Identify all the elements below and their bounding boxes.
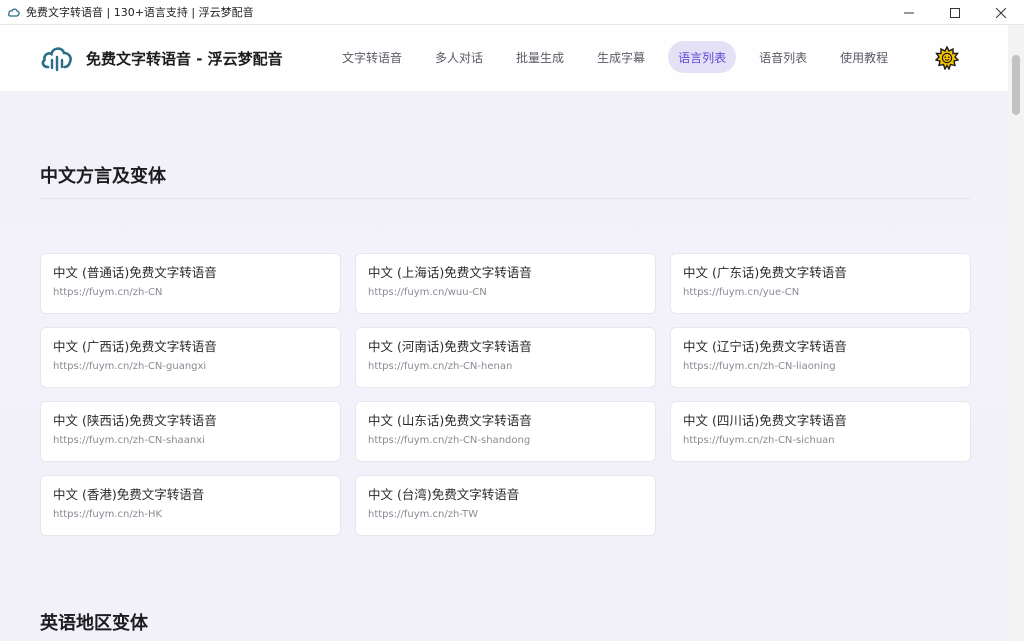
minimize-icon (904, 12, 914, 13)
language-card-title: 中文 (普通话)免费文字转语音 (53, 265, 217, 280)
page-viewport: 免费文字转语音 - 浮云梦配音 文字转语音 多人对话 批量生成 生成字幕 语言列… (0, 25, 1024, 641)
language-card-title: 中文 (上海话)免费文字转语音 (368, 265, 532, 280)
main-nav: 文字转语音 多人对话 批量生成 生成字幕 语言列表 语音列表 使用教程 (332, 41, 911, 73)
language-card-title: 中文 (广西话)免费文字转语音 (53, 339, 217, 354)
minimize-button[interactable] (886, 0, 932, 25)
language-card-zh-TW[interactable]: 中文 (台湾)免费文字转语音 https://fuym.cn/zh-TW (355, 475, 656, 536)
close-icon (996, 7, 1006, 18)
maximize-button[interactable] (932, 0, 978, 25)
language-card-title: 中文 (河南话)免费文字转语音 (368, 339, 532, 354)
maximize-icon (950, 7, 960, 18)
cloud-wave-logo-icon[interactable] (40, 42, 74, 72)
language-card-url: https://fuym.cn/zh-CN-guangxi (53, 361, 207, 372)
language-card-zh-CN-shandong[interactable]: 中文 (山东话)免费文字转语音 https://fuym.cn/zh-CN-sh… (355, 401, 656, 462)
language-card-wuu-CN[interactable]: 中文 (上海话)免费文字转语音 https://fuym.cn/wuu-CN (355, 253, 656, 314)
language-card-url: https://fuym.cn/zh-CN (53, 287, 163, 298)
language-card-zh-CN-liaoning[interactable]: 中文 (辽宁话)免费文字转语音 https://fuym.cn/zh-CN-li… (670, 327, 971, 388)
language-card-yue-CN[interactable]: 中文 (广东话)免费文字转语音 https://fuym.cn/yue-CN (670, 253, 971, 314)
nav-language-list[interactable]: 语言列表 (668, 41, 737, 73)
app-cloud-icon (7, 8, 20, 17)
language-card-url: https://fuym.cn/wuu-CN (368, 287, 487, 298)
language-card-title: 中文 (广东话)免费文字转语音 (683, 265, 847, 280)
sun-icon[interactable] (935, 46, 959, 70)
language-card-zh-CN-sichuan[interactable]: 中文 (四川话)免费文字转语音 https://fuym.cn/zh-CN-si… (670, 401, 971, 462)
language-card-url: https://fuym.cn/zh-TW (368, 509, 479, 520)
nav-multi-dialog[interactable]: 多人对话 (425, 41, 493, 73)
language-card-url: https://fuym.cn/zh-HK (53, 509, 163, 520)
language-card-zh-CN[interactable]: 中文 (普通话)免费文字转语音 https://fuym.cn/zh-CN (40, 253, 341, 314)
language-card-title: 中文 (辽宁话)免费文字转语音 (683, 339, 847, 354)
section-title-chinese: 中文方言及变体 (40, 166, 166, 187)
window-titlebar: 免费文字转语音 | 130+语言支持 | 浮云梦配音 (0, 0, 1024, 25)
language-card-zh-HK[interactable]: 中文 (香港)免费文字转语音 https://fuym.cn/zh-HK (40, 475, 341, 536)
language-card-url: https://fuym.cn/zh-CN-sichuan (683, 435, 835, 446)
scrollbar-thumb[interactable] (1012, 55, 1020, 115)
language-card-grid: 中文 (普通话)免费文字转语音 https://fuym.cn/zh-CN 中文… (40, 253, 971, 536)
nav-tutorial[interactable]: 使用教程 (830, 41, 898, 73)
close-button[interactable] (978, 0, 1024, 25)
nav-text-to-speech[interactable]: 文字转语音 (332, 41, 412, 73)
language-card-url: https://fuym.cn/zh-CN-shaanxi (53, 435, 205, 446)
section-title-english: 英语地区变体 (40, 613, 148, 634)
nav-voice-list[interactable]: 语音列表 (749, 41, 817, 73)
window-title: 免费文字转语音 | 130+语言支持 | 浮云梦配音 (26, 6, 254, 19)
section-divider (40, 198, 970, 199)
site-header: 免费文字转语音 - 浮云梦配音 文字转语音 多人对话 批量生成 生成字幕 语言列… (0, 25, 1008, 91)
nav-generate-subtitles[interactable]: 生成字幕 (587, 41, 655, 73)
language-card-zh-CN-henan[interactable]: 中文 (河南话)免费文字转语音 https://fuym.cn/zh-CN-he… (355, 327, 656, 388)
language-card-url: https://fuym.cn/zh-CN-henan (368, 361, 513, 372)
language-card-title: 中文 (台湾)免费文字转语音 (368, 487, 520, 502)
language-card-zh-CN-guangxi[interactable]: 中文 (广西话)免费文字转语音 https://fuym.cn/zh-CN-gu… (40, 327, 341, 388)
language-card-url: https://fuym.cn/zh-CN-liaoning (683, 361, 836, 372)
brand-title[interactable]: 免费文字转语音 - 浮云梦配音 (86, 48, 283, 69)
language-card-title: 中文 (陕西话)免费文字转语音 (53, 413, 217, 428)
language-card-url: https://fuym.cn/zh-CN-shandong (368, 435, 531, 446)
vertical-scrollbar[interactable] (1008, 25, 1024, 641)
language-card-zh-CN-shaanxi[interactable]: 中文 (陕西话)免费文字转语音 https://fuym.cn/zh-CN-sh… (40, 401, 341, 462)
language-card-title: 中文 (山东话)免费文字转语音 (368, 413, 532, 428)
language-card-url: https://fuym.cn/yue-CN (683, 287, 800, 298)
language-card-title: 中文 (四川话)免费文字转语音 (683, 413, 847, 428)
language-card-title: 中文 (香港)免费文字转语音 (53, 487, 205, 502)
nav-batch-generate[interactable]: 批量生成 (506, 41, 574, 73)
